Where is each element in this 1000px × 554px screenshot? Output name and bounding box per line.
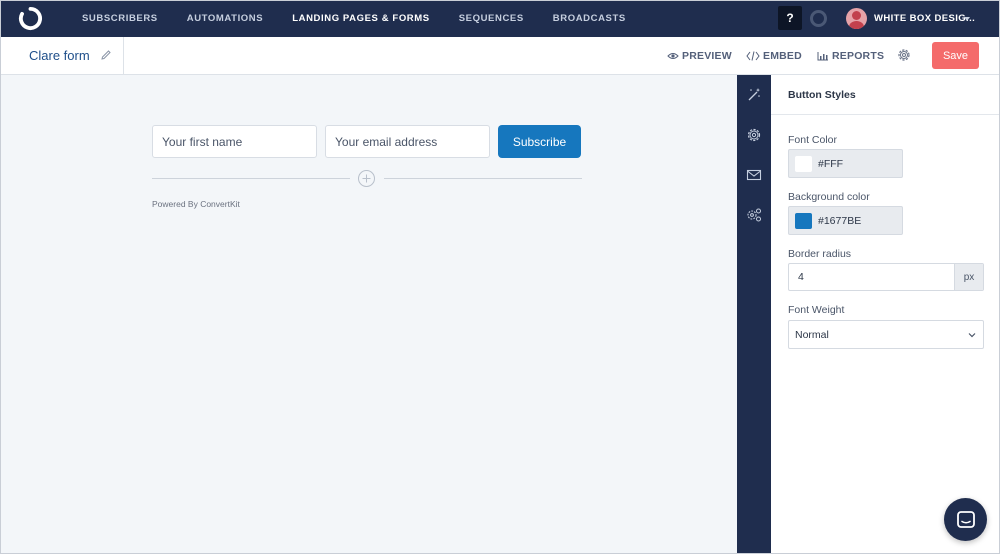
- add-block-button[interactable]: [358, 170, 375, 187]
- chat-icon: [956, 510, 975, 528]
- pencil-icon[interactable]: [100, 49, 112, 61]
- font-weight-value: Normal: [795, 329, 829, 341]
- avatar[interactable]: [846, 8, 867, 29]
- first-name-field[interactable]: Your first name: [152, 125, 317, 158]
- magic-wand-icon[interactable]: [746, 87, 762, 103]
- advanced-settings-icon[interactable]: [746, 207, 762, 223]
- preview-label: PREVIEW: [682, 50, 732, 62]
- gear-icon[interactable]: [746, 127, 762, 143]
- eye-icon: [667, 53, 679, 59]
- nav-item-landing-pages-forms[interactable]: LANDING PAGES & FORMS: [292, 13, 430, 24]
- status-ring-icon[interactable]: [810, 10, 827, 27]
- background-color-label: Background color: [788, 191, 870, 203]
- bar-chart-icon: [817, 52, 828, 61]
- help-button[interactable]: ?: [778, 6, 802, 30]
- font-color-label: Font Color: [788, 134, 838, 146]
- form-title-area: Clare form: [0, 37, 124, 74]
- convertkit-logo-icon[interactable]: [18, 6, 43, 31]
- border-radius-value: 4: [798, 271, 804, 283]
- nav-item-sequences[interactable]: SEQUENCES: [459, 13, 524, 24]
- editor-header: Clare form PREVIEW EMBED REPORTS Save: [0, 37, 1000, 75]
- nav-item-subscribers[interactable]: SUBSCRIBERS: [82, 13, 158, 24]
- code-icon: [746, 51, 760, 61]
- top-nav: SUBSCRIBERS AUTOMATIONS LANDING PAGES & …: [0, 0, 1000, 37]
- border-radius-input[interactable]: 4 px: [788, 263, 984, 291]
- button-styles-panel: Button Styles Font Color #FFF Background…: [771, 75, 1000, 554]
- border-radius-unit: px: [954, 264, 983, 290]
- email-field[interactable]: Your email address: [325, 125, 490, 158]
- embed-label: EMBED: [763, 50, 802, 62]
- reports-button[interactable]: REPORTS: [817, 50, 884, 62]
- nav-item-automations[interactable]: AUTOMATIONS: [187, 13, 263, 24]
- chevron-down-icon: [968, 333, 976, 338]
- account-name[interactable]: WHITE BOX DESIG...: [874, 13, 975, 24]
- background-color-field[interactable]: #1677BE: [788, 206, 903, 235]
- account-dropdown-icon[interactable]: [964, 17, 970, 21]
- font-color-field[interactable]: #FFF: [788, 149, 903, 178]
- nav-items: SUBSCRIBERS AUTOMATIONS LANDING PAGES & …: [82, 0, 655, 37]
- embed-button[interactable]: EMBED: [746, 50, 802, 62]
- preview-button[interactable]: PREVIEW: [667, 50, 732, 62]
- background-color-value: #1677BE: [818, 215, 862, 227]
- font-color-value: #FFF: [818, 158, 844, 170]
- save-button[interactable]: Save: [932, 42, 979, 69]
- form-title[interactable]: Clare form: [29, 48, 90, 63]
- subscribe-button[interactable]: Subscribe: [498, 125, 581, 158]
- font-color-swatch[interactable]: [795, 156, 812, 172]
- panel-title: Button Styles: [788, 89, 856, 101]
- chat-launcher-button[interactable]: [944, 498, 987, 541]
- divider: [152, 178, 350, 179]
- divider: [384, 178, 582, 179]
- font-weight-label: Font Weight: [788, 304, 845, 316]
- plus-icon: [362, 174, 371, 183]
- gear-icon[interactable]: [896, 47, 912, 63]
- border-radius-label: Border radius: [788, 248, 852, 260]
- nav-item-broadcasts[interactable]: BROADCASTS: [553, 13, 626, 24]
- background-color-swatch[interactable]: [795, 213, 812, 229]
- envelope-icon[interactable]: [746, 167, 762, 183]
- powered-by-text[interactable]: Powered By ConvertKit: [152, 199, 240, 209]
- reports-label: REPORTS: [832, 50, 885, 62]
- settings-icon-rail: [737, 75, 771, 554]
- panel-header: Button Styles: [771, 75, 1000, 115]
- font-weight-select[interactable]: Normal: [788, 320, 984, 349]
